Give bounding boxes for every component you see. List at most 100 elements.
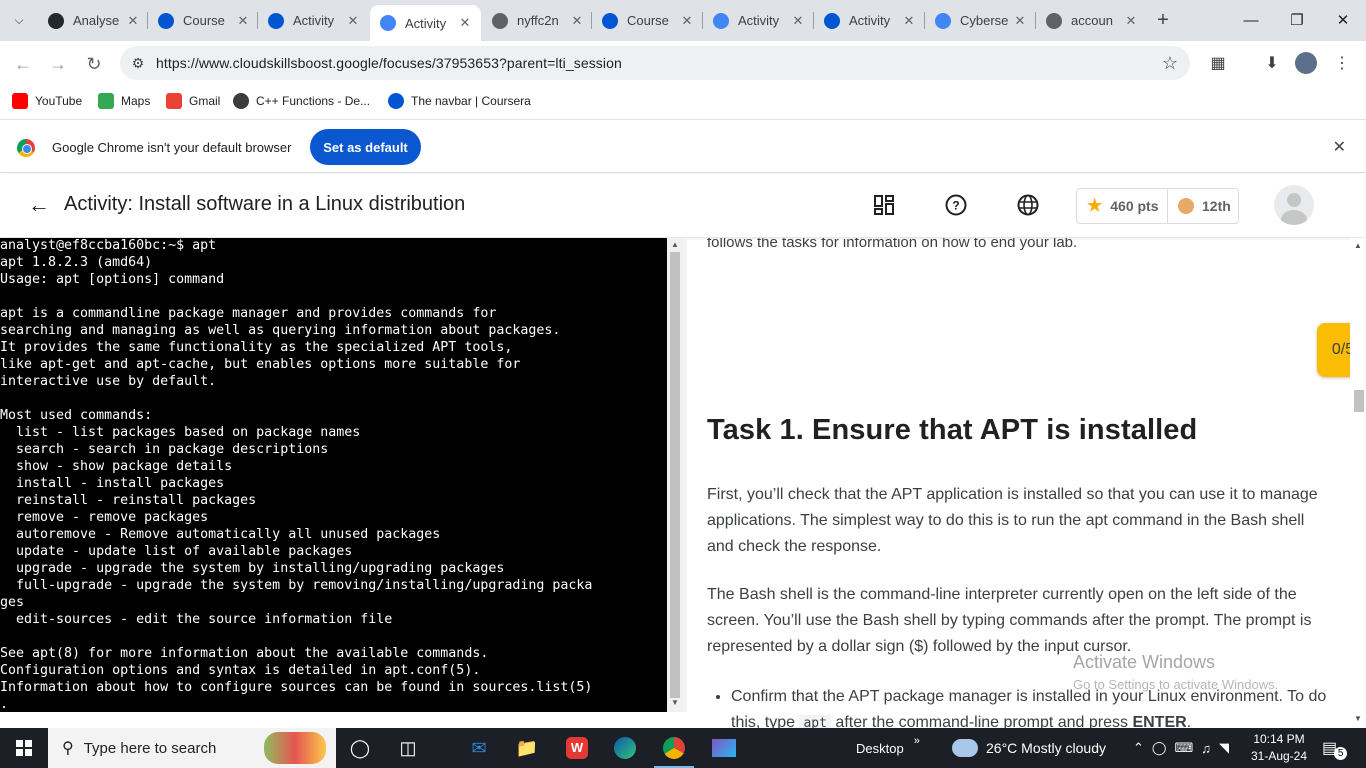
league-badge-icon — [1178, 198, 1194, 214]
set-as-default-button[interactable]: Set as default — [310, 129, 421, 165]
terminal-line: edit-sources - edit the source informati… — [0, 612, 393, 627]
close-icon[interactable]: ✕ — [1333, 137, 1346, 157]
close-icon[interactable]: ✕ — [790, 13, 806, 29]
tab-2[interactable]: Course ✕ — [148, 5, 259, 36]
extensions-icon[interactable]: ▦ — [1205, 50, 1231, 76]
bookmark-star-icon[interactable]: ☆ — [1162, 53, 1178, 74]
tab-4[interactable]: Activity ✕ — [370, 5, 481, 41]
close-icon[interactable]: ✕ — [1012, 13, 1028, 29]
terminal-line: install - install packages — [0, 476, 225, 491]
bookmark-item[interactable]: C++ Functions - De... — [233, 93, 370, 109]
app-icon[interactable] — [700, 728, 748, 768]
weather-widget[interactable]: 26°C Mostly cloudy — [952, 728, 1106, 768]
arrow-left-icon[interactable]: ← — [28, 192, 50, 218]
tab-10[interactable]: accoun ✕ — [1036, 5, 1147, 36]
tab-title: Analyse — [73, 13, 120, 28]
instructions-scrollbar[interactable]: ▲ ▼ — [1350, 238, 1366, 728]
tab-3[interactable]: Activity ✕ — [258, 5, 369, 36]
terminal-line: full-upgrade - upgrade the system by rem… — [0, 578, 593, 593]
dashboard-icon[interactable] — [871, 192, 897, 218]
scroll-up-icon[interactable]: ▲ — [1350, 241, 1366, 250]
edge-icon[interactable] — [601, 728, 649, 768]
cortana-icon[interactable]: ◯ — [336, 728, 384, 768]
close-icon[interactable]: ✕ — [1123, 13, 1139, 29]
restore-button[interactable]: ❐ — [1274, 0, 1320, 40]
bookmark-item[interactable]: Gmail — [166, 93, 220, 109]
scroll-down-icon[interactable]: ▼ — [667, 698, 683, 707]
back-button[interactable]: ← — [8, 49, 38, 79]
points-display: ★ 460 pts — [1077, 196, 1167, 216]
tab-title: Activity — [738, 13, 780, 28]
close-icon[interactable]: ✕ — [569, 13, 585, 29]
terminal-line: show - show package details — [0, 459, 233, 474]
tab-6[interactable]: Course ✕ — [592, 5, 703, 36]
desktop-toolbar[interactable]: Desktop » — [856, 728, 920, 768]
close-icon[interactable]: ✕ — [345, 13, 361, 29]
task-view-icon[interactable]: ◫ — [384, 728, 432, 768]
profile-avatar[interactable] — [1295, 52, 1317, 74]
close-window-button[interactable]: ✕ — [1320, 0, 1366, 40]
close-icon[interactable]: ✕ — [125, 13, 141, 29]
tab-7[interactable]: Activity ✕ — [703, 5, 814, 36]
bookmark-label: YouTube — [35, 94, 83, 108]
scroll-up-icon[interactable]: ▲ — [667, 240, 683, 249]
terminal-line: It provides the same functionality as th… — [0, 340, 513, 355]
tab-8[interactable]: Activity ✕ — [814, 5, 925, 36]
tab-1[interactable]: Analyse ✕ — [38, 5, 149, 36]
bookmark-item[interactable]: Maps — [98, 93, 150, 109]
youtube-icon — [12, 93, 28, 109]
terminal-line: reinstall - reinstall packages — [0, 493, 257, 508]
mail-icon[interactable]: ✉ — [455, 728, 503, 768]
terminal-line: search - search in package descriptions — [0, 442, 329, 457]
close-icon[interactable]: ✕ — [901, 13, 917, 29]
chevron-up-icon: ⌃ — [1133, 740, 1152, 755]
wps-office-icon[interactable]: W — [553, 728, 601, 768]
reload-button[interactable]: ↻ — [79, 49, 109, 79]
bookmark-item[interactable]: YouTube — [12, 93, 82, 109]
browser-toolbar: ← → ↻ ⚙ https://www.cloudskillsboost.goo… — [0, 41, 1366, 86]
instructions-scroll-thumb[interactable] — [1354, 390, 1364, 412]
points-value: 460 pts — [1110, 198, 1159, 214]
tab-search-button[interactable]: ⌵ — [6, 7, 32, 33]
file-explorer-icon[interactable]: 📁 — [503, 728, 551, 768]
forward-button[interactable]: → — [43, 49, 73, 79]
bookmark-label: The navbar | Coursera — [411, 94, 531, 108]
svg-text:?: ? — [952, 199, 959, 213]
site-info-icon[interactable]: ⚙ — [120, 55, 156, 72]
tab-5[interactable]: nyffc2n ✕ — [482, 5, 593, 36]
bash-terminal[interactable]: analyst@ef8ccba160bc:~$ apt apt 1.8.2.3 (… — [0, 238, 667, 712]
terminal-scrollbar[interactable]: ▲ ▼ — [667, 238, 683, 712]
bookmark-item[interactable]: The navbar | Coursera — [388, 93, 531, 109]
lab-header: ← Activity: Install software in a Linux … — [0, 174, 1366, 237]
system-tray-icons[interactable]: ⌃ ◯ ⌨ ♫ ◥ — [1133, 728, 1237, 768]
download-icon[interactable]: ⬇ — [1259, 50, 1285, 76]
chrome-logo-icon — [17, 139, 35, 157]
close-icon[interactable]: ✕ — [679, 13, 695, 29]
terminal-line: apt 1.8.2.3 (amd64) — [0, 255, 153, 270]
notification-center-icon[interactable]: ▤ 5 — [1322, 728, 1348, 768]
new-tab-button[interactable]: + — [1151, 8, 1175, 32]
tab-9[interactable]: Cyberse ✕ — [925, 5, 1036, 36]
language-globe-icon[interactable] — [1015, 192, 1041, 218]
taskbar-clock[interactable]: 10:14 PM 31-Aug-24 — [1244, 731, 1314, 765]
address-bar[interactable]: ⚙ https://www.cloudskillsboost.google/fo… — [120, 46, 1190, 80]
chrome-taskbar-icon[interactable] — [650, 728, 698, 768]
start-button[interactable] — [0, 728, 48, 768]
minimize-button[interactable]: — — [1228, 0, 1274, 40]
tab-title: Cyberse — [960, 13, 1009, 28]
user-avatar[interactable] — [1274, 185, 1314, 225]
close-icon[interactable]: ✕ — [235, 13, 251, 29]
scroll-down-icon[interactable]: ▼ — [1350, 714, 1366, 723]
terminal-scroll-thumb[interactable] — [670, 252, 680, 698]
close-icon[interactable]: ✕ — [457, 15, 473, 31]
help-icon[interactable]: ? — [943, 192, 969, 218]
tab-title: Activity — [849, 13, 891, 28]
terminal-line: remove - remove packages — [0, 510, 209, 525]
windows-taskbar: ⚲ Type here to search ◯ ◫ ✉ 📁 W Desktop »… — [0, 728, 1366, 768]
terminal-line: apt is a commandline package manager and… — [0, 306, 497, 321]
taskbar-search[interactable]: ⚲ Type here to search — [48, 728, 336, 768]
more-menu-icon[interactable]: ⋮ — [1329, 50, 1355, 76]
score-badge[interactable]: ★ 460 pts 12th — [1076, 188, 1239, 224]
tab-separator — [147, 12, 148, 29]
